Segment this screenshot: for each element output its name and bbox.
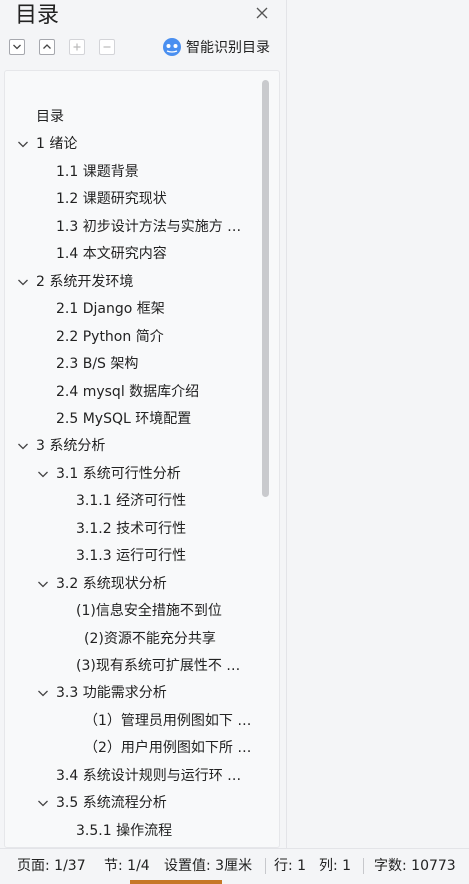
toc-item[interactable]: 3.5 系统流程分析 bbox=[56, 791, 167, 815]
toc-item[interactable]: 目录 bbox=[36, 105, 64, 129]
collapse-all-button[interactable] bbox=[9, 39, 25, 55]
taskbar-indicator bbox=[130, 880, 222, 884]
toc-item[interactable]: 2.1 Django 框架 bbox=[56, 297, 165, 321]
chevron-down-icon[interactable] bbox=[37, 797, 49, 809]
toc-item[interactable]: 2 系统开发环境 bbox=[36, 270, 133, 294]
demote-level-button[interactable] bbox=[99, 39, 115, 55]
toc-item[interactable]: (2)资源不能充分共享 bbox=[84, 627, 216, 651]
smart-toc-label: 智能识别目录 bbox=[186, 40, 270, 56]
chevron-down-icon[interactable] bbox=[17, 440, 29, 452]
chevron-down-icon[interactable] bbox=[17, 138, 29, 150]
expand-all-button[interactable] bbox=[39, 39, 55, 55]
toc-item[interactable]: 1.4 本文研究内容 bbox=[56, 242, 167, 266]
toc-item[interactable]: (3)现有系统可扩展性不 … bbox=[76, 654, 240, 678]
chevron-down-icon[interactable] bbox=[37, 578, 49, 590]
toc-scrollbar[interactable] bbox=[262, 80, 269, 497]
toc-item[interactable]: 1.2 课题研究现状 bbox=[56, 187, 167, 211]
toc-item[interactable]: 3 系统分析 bbox=[36, 434, 105, 458]
status-divider bbox=[363, 858, 364, 874]
status-row: 行: 1 bbox=[274, 858, 307, 874]
toc-item[interactable]: 3.2 系统现状分析 bbox=[56, 572, 167, 596]
toc-item[interactable]: 1.1 课题背景 bbox=[56, 160, 139, 184]
status-page[interactable]: 页面: 1/37 bbox=[17, 857, 86, 875]
toc-item[interactable]: 2.5 MySQL 环境配置 bbox=[56, 407, 191, 431]
status-bar: 页面: 1/37 节: 1/4 设置值: 3厘米 行: 1 列: 1 字数: 1… bbox=[0, 848, 469, 884]
toc-item[interactable]: 2.3 B/S 架构 bbox=[56, 352, 138, 376]
toc-item[interactable]: 3.4 系统设计规则与运行环 … bbox=[56, 764, 241, 788]
toc-item[interactable]: 2.2 Python 简介 bbox=[56, 325, 164, 349]
chevron-down-icon bbox=[13, 44, 21, 50]
chevron-down-icon[interactable] bbox=[37, 468, 49, 480]
toc-panel: 目录 智能识别目录 目录 1 绪论 1.1 课题背景 1.2 课题研究现状 1.3 初步… bbox=[0, 0, 287, 848]
status-section: 节: 1/4 bbox=[104, 858, 150, 874]
toc-item[interactable]: (1)信息安全措施不到位 bbox=[76, 599, 222, 623]
close-icon[interactable] bbox=[254, 5, 270, 21]
toc-item[interactable]: 2.4 mysql 数据库介绍 bbox=[56, 380, 199, 404]
toc-item[interactable]: （1）管理员用例图如下 … bbox=[84, 709, 251, 733]
status-col: 列: 1 bbox=[319, 858, 352, 874]
toc-item[interactable]: 3.1 系统可行性分析 bbox=[56, 462, 181, 486]
plus-icon bbox=[73, 43, 81, 51]
status-setting: 设置值: 3厘米 bbox=[164, 858, 253, 874]
chevron-down-icon[interactable] bbox=[37, 687, 49, 699]
minus-icon bbox=[103, 46, 111, 48]
toc-item[interactable]: 3.1.2 技术可行性 bbox=[76, 517, 186, 541]
toc-item[interactable]: （2）用户用例图如下所 … bbox=[84, 736, 251, 760]
status-words[interactable]: 字数: 10773 bbox=[374, 857, 456, 875]
toc-item[interactable]: 3.1.3 运行可行性 bbox=[76, 544, 186, 568]
panel-title: 目录 bbox=[15, 3, 60, 28]
promote-level-button[interactable] bbox=[69, 39, 85, 55]
toc-item[interactable]: 1 绪论 bbox=[36, 132, 77, 156]
toc-item[interactable]: 3.1.1 经济可行性 bbox=[76, 489, 186, 513]
chevron-up-icon bbox=[43, 44, 51, 49]
smart-toc-button[interactable]: 智能识别目录 bbox=[162, 37, 270, 57]
status-divider bbox=[265, 858, 266, 874]
smart-recognize-icon bbox=[163, 38, 181, 56]
chevron-down-icon[interactable] bbox=[17, 276, 29, 288]
toc-item[interactable]: 3.3 功能需求分析 bbox=[56, 681, 167, 705]
toc-item[interactable]: 1.3 初步设计方法与实施方 … bbox=[56, 215, 241, 239]
toc-item[interactable]: 3.5.1 操作流程 bbox=[76, 819, 172, 843]
